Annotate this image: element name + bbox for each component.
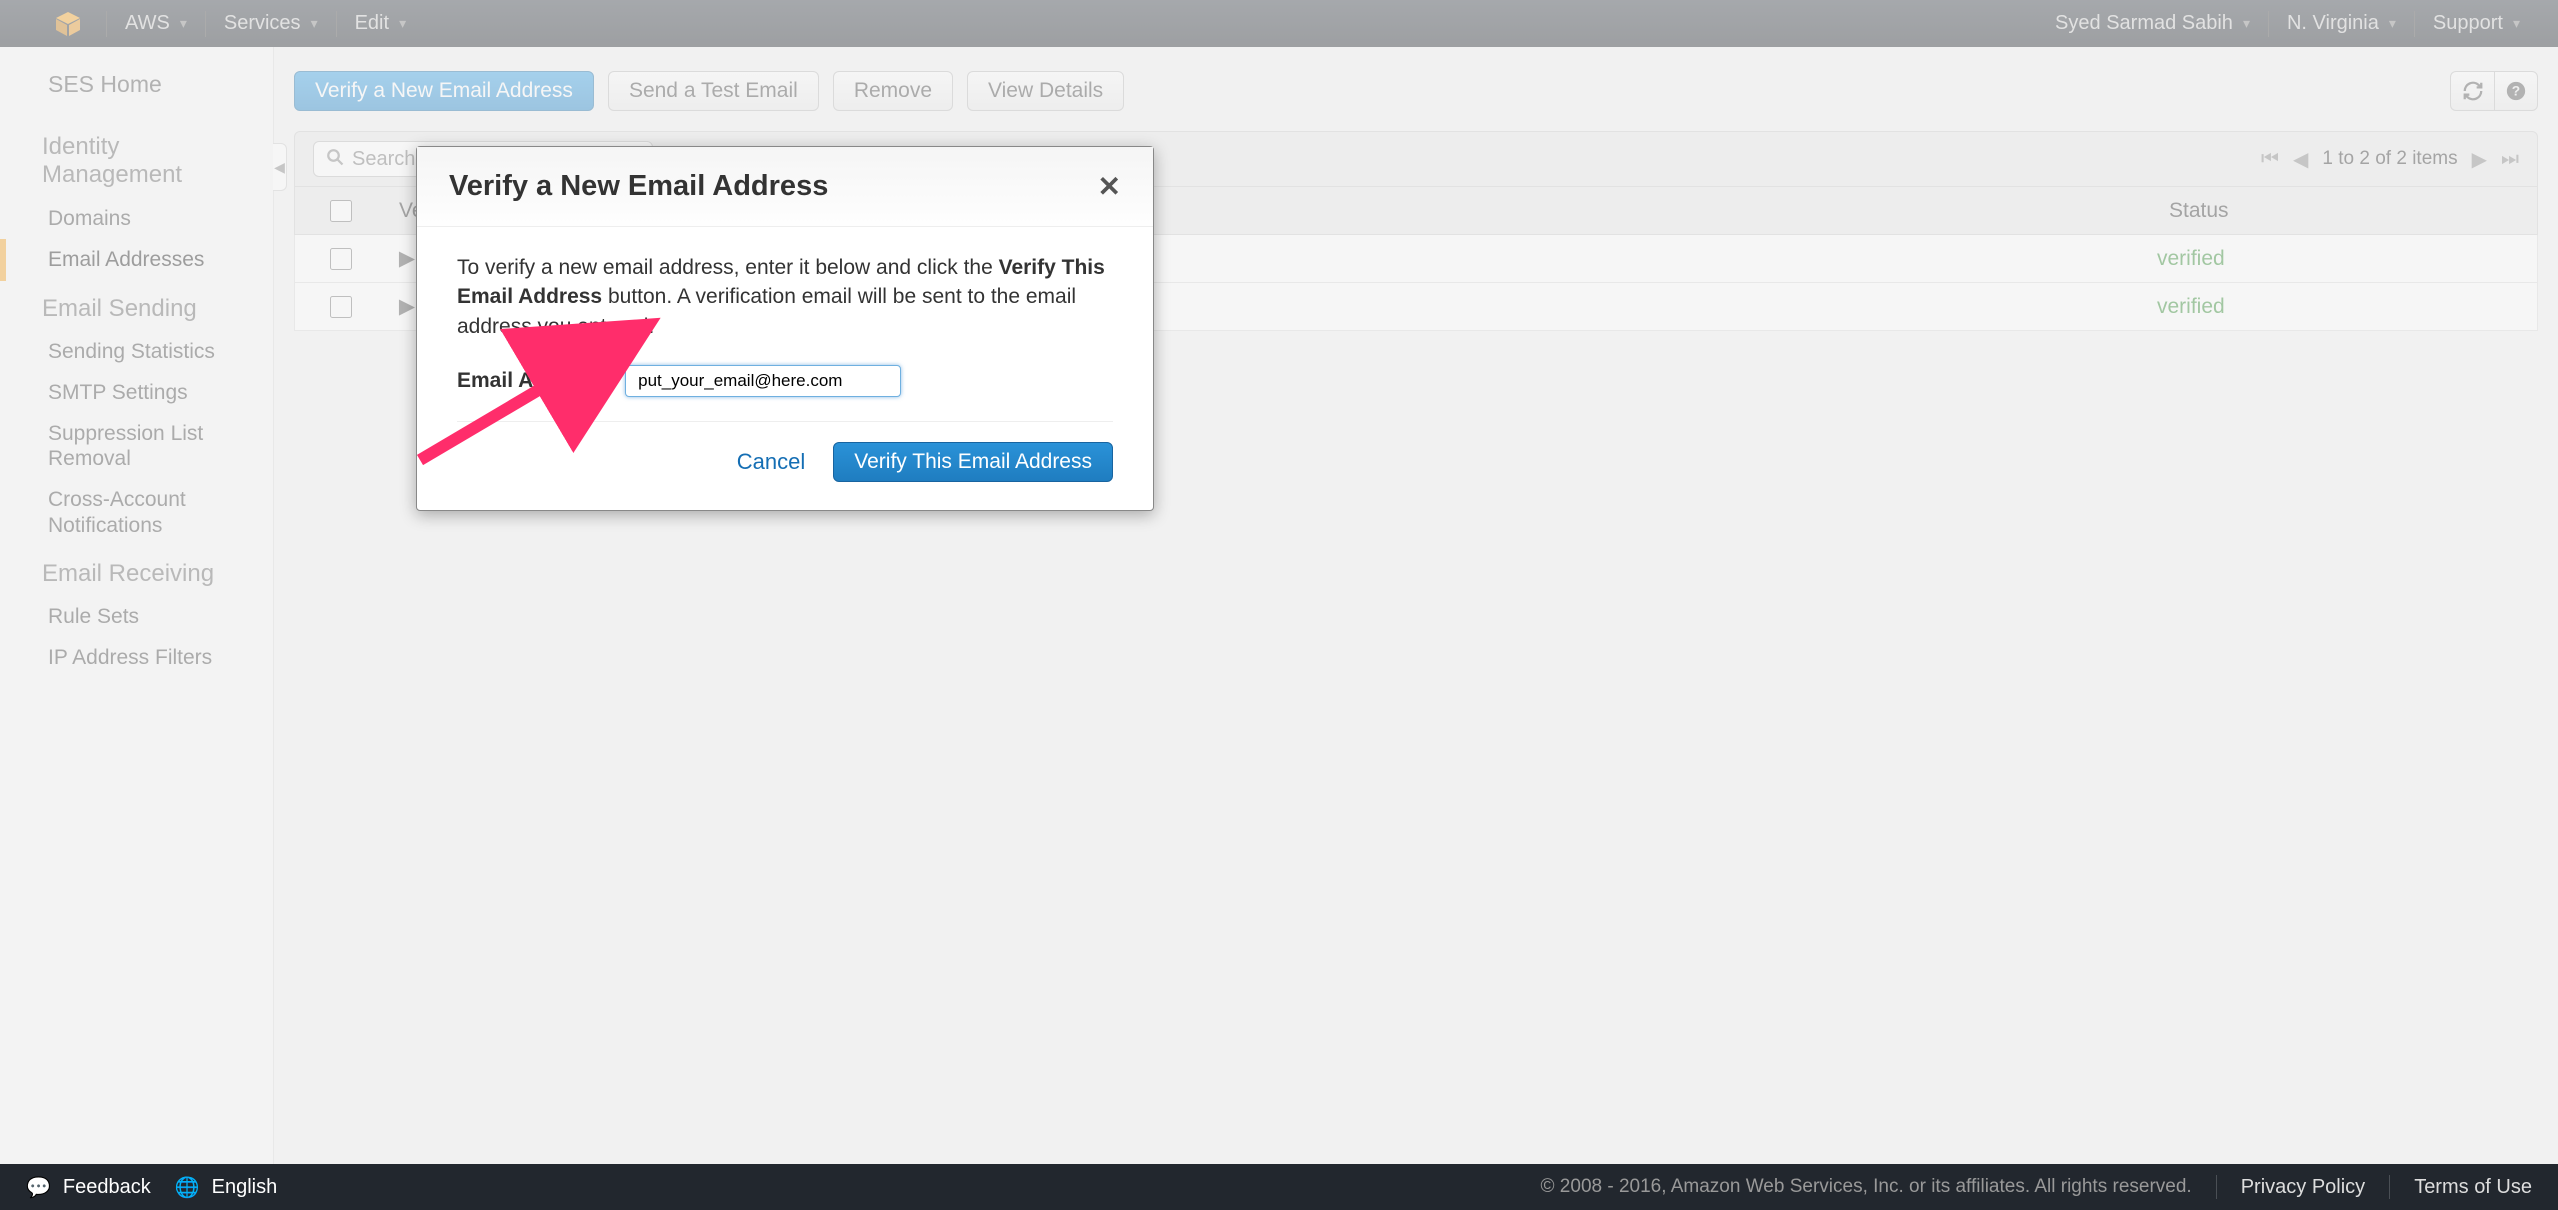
feedback-label: Feedback: [63, 1176, 151, 1199]
privacy-policy-link[interactable]: Privacy Policy: [2241, 1176, 2365, 1199]
modal-title: Verify a New Email Address: [449, 170, 1098, 203]
terms-of-use-link[interactable]: Terms of Use: [2414, 1176, 2532, 1199]
email-field-label: Email Address:: [457, 366, 609, 395]
verify-email-modal: Verify a New Email Address ✕ To verify a…: [416, 146, 1154, 511]
modal-body-text: To verify a new email address, enter it …: [457, 253, 1113, 341]
close-icon[interactable]: ✕: [1098, 170, 1121, 203]
verify-this-email-button[interactable]: Verify This Email Address: [833, 442, 1113, 482]
copyright-text: © 2008 - 2016, Amazon Web Services, Inc.…: [1541, 1176, 2192, 1198]
globe-icon: 🌐: [175, 1175, 200, 1200]
feedback-link[interactable]: 💬 Feedback: [26, 1175, 151, 1200]
modal-overlay[interactable]: [0, 0, 2558, 1210]
language-label: English: [212, 1176, 278, 1199]
email-address-input[interactable]: [625, 365, 901, 397]
cancel-button[interactable]: Cancel: [737, 449, 805, 475]
speech-bubble-icon: 💬: [26, 1175, 51, 1200]
language-selector[interactable]: 🌐 English: [175, 1175, 278, 1200]
footer: 💬 Feedback 🌐 English © 2008 - 2016, Amazon…: [0, 1164, 2558, 1210]
